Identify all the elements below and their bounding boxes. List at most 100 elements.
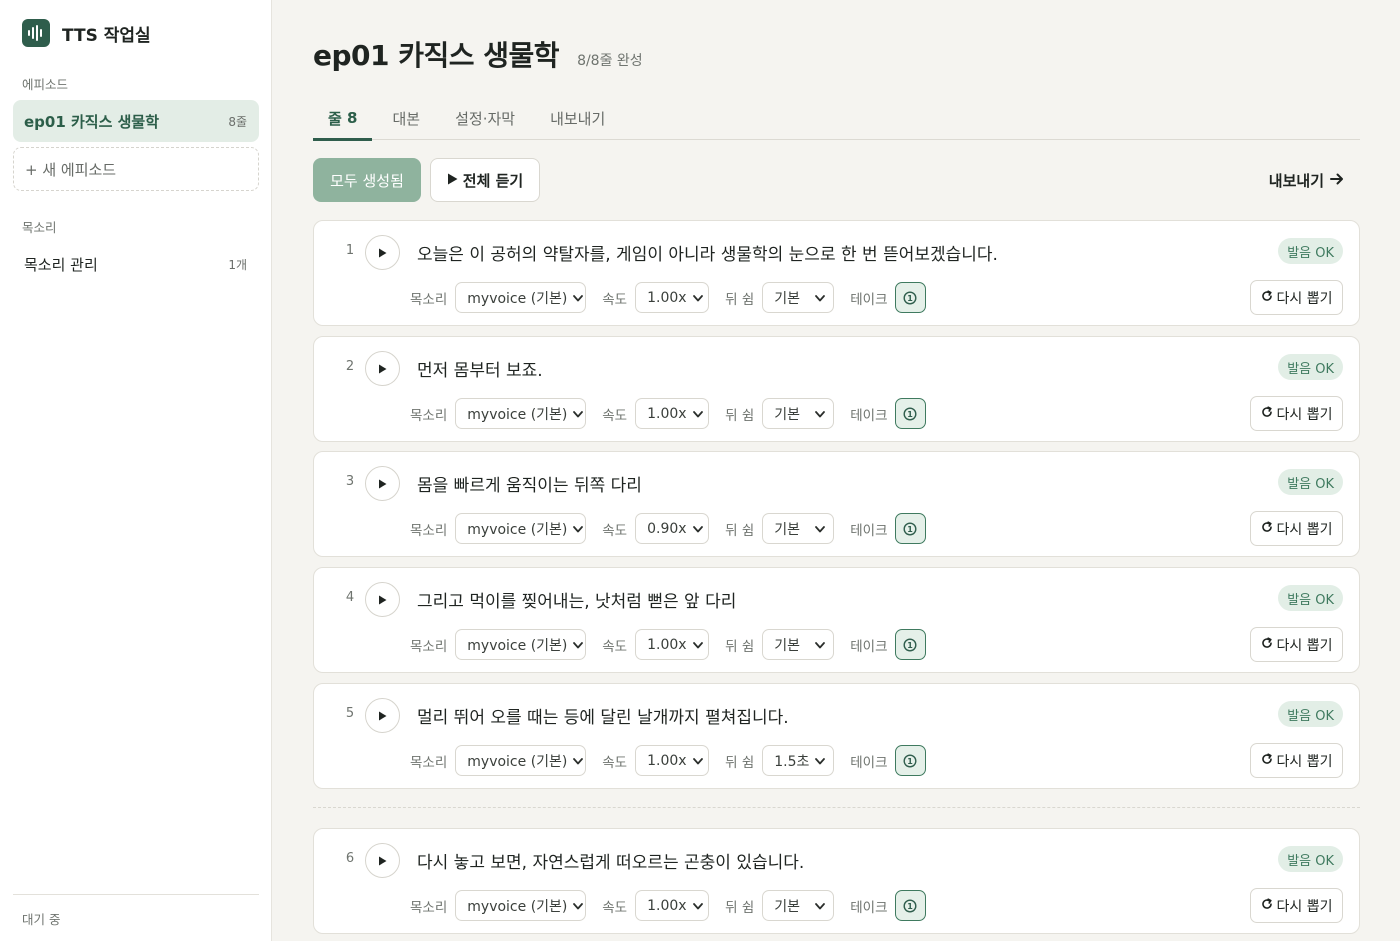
pause-select[interactable]: 기본 bbox=[762, 282, 835, 313]
line-text: 먼저 몸부터 보죠. bbox=[417, 361, 543, 381]
tab-export[interactable]: 내보내기 bbox=[535, 96, 620, 140]
svg-text:1: 1 bbox=[907, 902, 913, 911]
pause-label: 뒤 쉼 bbox=[725, 522, 755, 539]
line-controls: 목소리 myvoice (기본) 속도 0.90x 뒤 쉼 기본 테이크 1 bbox=[410, 513, 926, 544]
regenerate-button[interactable]: 다시 뽑기 bbox=[1250, 396, 1343, 431]
take-button[interactable]: 1 bbox=[894, 282, 926, 313]
voice-select[interactable]: myvoice (기본) bbox=[455, 398, 587, 429]
voice-select[interactable]: myvoice (기본) bbox=[455, 282, 587, 313]
tab-bar: 줄 8 대본 설정·자막 내보내기 bbox=[313, 96, 1360, 141]
pause-select[interactable]: 기본 bbox=[762, 890, 835, 921]
speed-select[interactable]: 1.00x bbox=[635, 398, 710, 429]
voice-select[interactable]: myvoice (기본) bbox=[455, 745, 587, 776]
regenerate-label: 다시 뽑기 bbox=[1276, 290, 1333, 307]
line-play-button[interactable] bbox=[365, 698, 400, 733]
voice-label: 목소리 bbox=[410, 291, 448, 308]
pause-value: 기본 bbox=[774, 898, 801, 915]
regenerate-label: 다시 뽑기 bbox=[1276, 521, 1333, 538]
pronunciation-ok-badge: 발음 OK bbox=[1278, 701, 1343, 727]
pause-select[interactable]: 기본 bbox=[762, 398, 835, 429]
voice-select[interactable]: myvoice (기본) bbox=[455, 629, 587, 660]
export-button[interactable]: 내보내기 bbox=[1269, 158, 1344, 202]
chevron-down-icon bbox=[573, 290, 584, 306]
take-label: 테이크 bbox=[850, 754, 888, 771]
new-episode-button[interactable]: + 새 에피소드 bbox=[13, 147, 259, 191]
svg-text:1: 1 bbox=[907, 294, 913, 303]
line-play-button[interactable] bbox=[365, 466, 400, 501]
take-label: 테이크 bbox=[850, 291, 888, 308]
regenerate-button[interactable]: 다시 뽑기 bbox=[1250, 888, 1343, 923]
line-play-button[interactable] bbox=[365, 582, 400, 617]
speed-label: 속도 bbox=[602, 291, 628, 308]
refresh-icon bbox=[1261, 520, 1273, 537]
speed-select[interactable]: 1.00x bbox=[635, 629, 710, 660]
speed-select[interactable]: 0.90x bbox=[635, 513, 710, 544]
pronunciation-ok-badge: 발음 OK bbox=[1278, 585, 1343, 611]
tab-lines[interactable]: 줄 8 bbox=[313, 96, 373, 141]
pause-select[interactable]: 기본 bbox=[762, 629, 835, 660]
svg-text:1: 1 bbox=[907, 410, 913, 419]
speed-value: 1.00x bbox=[647, 405, 687, 422]
take-button[interactable]: 1 bbox=[894, 513, 926, 544]
status-text: 대기 중 bbox=[22, 912, 61, 927]
app-title: TTS 작업실 bbox=[62, 25, 151, 46]
chevron-down-icon bbox=[573, 521, 584, 537]
voice-label: 목소리 bbox=[410, 407, 448, 424]
chevron-down-icon bbox=[692, 406, 703, 422]
play-all-button[interactable]: 전체 듣기 bbox=[430, 158, 540, 202]
completion-status: 8/8줄 완성 bbox=[577, 53, 643, 69]
voice-select[interactable]: myvoice (기본) bbox=[455, 890, 587, 921]
tab-settings-subtitles[interactable]: 설정·자막 bbox=[440, 96, 530, 140]
pronunciation-ok-badge: 발음 OK bbox=[1278, 238, 1343, 264]
pause-value: 1.5초 bbox=[774, 753, 810, 770]
line-play-button[interactable] bbox=[365, 351, 400, 386]
line-play-button[interactable] bbox=[365, 843, 400, 878]
voice-label: 목소리 bbox=[410, 899, 448, 916]
section-divider bbox=[313, 807, 1360, 808]
chevron-down-icon bbox=[815, 637, 826, 653]
chevron-down-icon bbox=[692, 898, 703, 914]
regenerate-button[interactable]: 다시 뽑기 bbox=[1250, 743, 1343, 778]
episodes-section-label: 에피소드 bbox=[22, 77, 69, 92]
voice-label: 목소리 bbox=[410, 638, 448, 655]
sidebar-item-voice-manage[interactable]: 목소리 관리 1개 bbox=[13, 244, 259, 284]
line-text: 몸을 빠르게 움직이는 뒤쪽 다리 bbox=[417, 476, 642, 496]
pause-select[interactable]: 기본 bbox=[762, 513, 835, 544]
take-button[interactable]: 1 bbox=[894, 629, 926, 660]
tab-script[interactable]: 대본 bbox=[377, 96, 435, 140]
take-button[interactable]: 1 bbox=[894, 890, 926, 921]
refresh-icon bbox=[1261, 289, 1273, 306]
take-number-icon: 1 bbox=[903, 406, 917, 421]
chevron-down-icon bbox=[815, 290, 826, 306]
speed-value: 1.00x bbox=[647, 636, 687, 653]
line-number: 3 bbox=[345, 474, 355, 489]
pause-label: 뒤 쉼 bbox=[725, 638, 755, 655]
waveform-icon bbox=[22, 19, 50, 47]
chevron-down-icon bbox=[815, 406, 826, 422]
regenerate-button[interactable]: 다시 뽑기 bbox=[1250, 627, 1343, 662]
line-controls: 목소리 myvoice (기본) 속도 1.00x 뒤 쉼 1.5초 테이크 1 bbox=[410, 745, 926, 776]
all-generated-button[interactable]: 모두 생성됨 bbox=[313, 158, 421, 202]
voice-value: myvoice (기본) bbox=[467, 406, 568, 423]
take-button[interactable]: 1 bbox=[894, 398, 926, 429]
speed-select[interactable]: 1.00x bbox=[635, 745, 710, 776]
voice-select[interactable]: myvoice (기본) bbox=[455, 513, 587, 544]
voice-label: 목소리 bbox=[410, 522, 448, 539]
speed-select[interactable]: 1.00x bbox=[635, 890, 710, 921]
pronunciation-ok-badge: 발음 OK bbox=[1278, 469, 1343, 495]
take-button[interactable]: 1 bbox=[894, 745, 926, 776]
chevron-down-icon bbox=[692, 521, 703, 537]
sidebar-item-episode[interactable]: ep01 카직스 생물학 8줄 bbox=[13, 100, 259, 142]
speed-label: 속도 bbox=[602, 407, 628, 424]
regenerate-button[interactable]: 다시 뽑기 bbox=[1250, 280, 1343, 315]
pause-select[interactable]: 1.5초 bbox=[762, 745, 835, 776]
regenerate-label: 다시 뽑기 bbox=[1276, 406, 1333, 423]
speed-select[interactable]: 1.00x bbox=[635, 282, 710, 313]
play-icon bbox=[378, 851, 387, 870]
line-play-button[interactable] bbox=[365, 235, 400, 270]
arrow-right-icon bbox=[1330, 171, 1344, 189]
refresh-icon bbox=[1261, 752, 1273, 769]
regenerate-button[interactable]: 다시 뽑기 bbox=[1250, 511, 1343, 546]
line-number: 5 bbox=[345, 706, 355, 721]
line-number: 1 bbox=[345, 243, 355, 258]
